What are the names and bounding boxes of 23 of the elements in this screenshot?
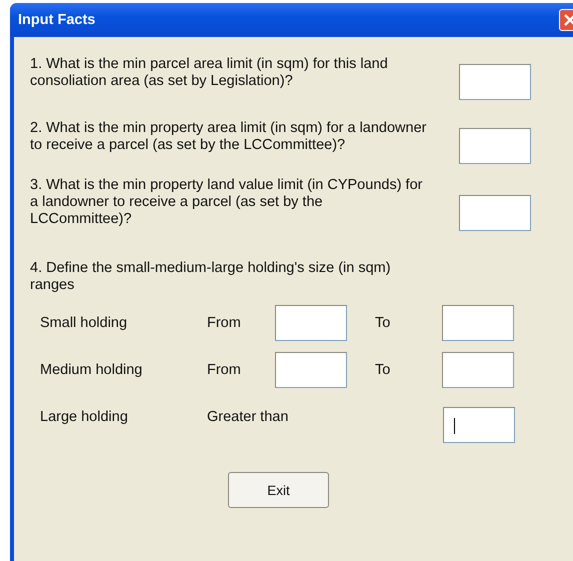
input-field[interactable] bbox=[442, 305, 514, 341]
from-label: From bbox=[207, 315, 242, 331]
holding-label: Small holding bbox=[39, 315, 128, 331]
question-text: 1. What is the min parcel area limit (in sqm) for this land consoliation area (as set by Legislation)? bbox=[30, 56, 389, 90]
input-field[interactable] bbox=[275, 352, 347, 388]
input-field[interactable] bbox=[459, 195, 531, 231]
to-label: To bbox=[375, 315, 392, 331]
from-label: From bbox=[207, 362, 242, 378]
from-label: Greater than bbox=[207, 409, 290, 425]
to-label: To bbox=[375, 362, 392, 378]
close-icon bbox=[563, 13, 573, 27]
question-text: 4. Define the small-medium-large holding's size (in sqm) ranges bbox=[30, 260, 392, 294]
input-field[interactable] bbox=[442, 352, 514, 388]
exit-button[interactable]: Exit bbox=[228, 472, 329, 508]
question-text: 3. What is the min property land value limit (in CYPounds) for a landowner to receive a parcel (as set by the LCCommittee)? bbox=[30, 177, 424, 228]
input-field[interactable] bbox=[275, 305, 347, 341]
question-text: 2. What is the min property area limit (in sqm) for a landowner to receive a parcel (as set by the LCCommittee)? bbox=[30, 120, 428, 154]
input-field[interactable] bbox=[459, 64, 531, 100]
input-field[interactable] bbox=[443, 407, 515, 443]
input-field[interactable] bbox=[459, 128, 531, 164]
window-title: Input Facts bbox=[18, 12, 96, 28]
holding-label: Large holding bbox=[39, 409, 129, 425]
holding-label: Medium holding bbox=[39, 362, 144, 378]
